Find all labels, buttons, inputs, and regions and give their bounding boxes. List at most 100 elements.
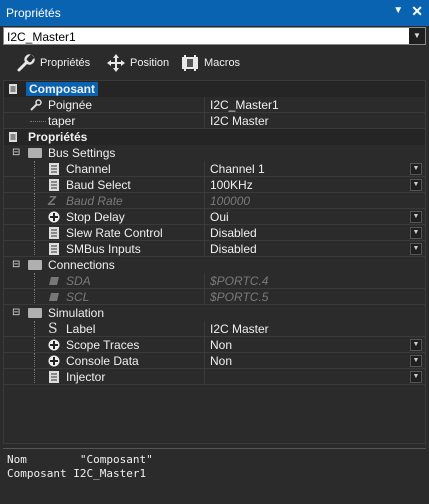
document-icon bbox=[9, 132, 17, 142]
tree-line bbox=[34, 337, 36, 353]
property-name: Slew Rate Control bbox=[66, 226, 163, 240]
tree-line bbox=[34, 353, 36, 369]
property-name: Baud Select bbox=[66, 178, 131, 192]
dropdown-arrow-icon[interactable]: ▼ bbox=[410, 371, 422, 383]
tree-line bbox=[34, 369, 36, 385]
property-row-scl: SCL $PORTC.5 bbox=[4, 289, 425, 305]
property-grid: Composant Poignée I2C_Master1 taper I2C … bbox=[3, 80, 426, 444]
collapse-icon[interactable]: ⊟ bbox=[12, 260, 22, 270]
close-icon[interactable]: ✕ bbox=[411, 4, 423, 18]
property-name: SMBus Inputs bbox=[66, 242, 141, 256]
row-separator bbox=[4, 384, 425, 385]
property-row-label[interactable]: S Label I2C Master bbox=[4, 321, 425, 337]
description-value: I2C_Master1 bbox=[73, 467, 147, 480]
column-divider bbox=[204, 225, 205, 241]
toolbar: Propriétés Position Macros bbox=[0, 48, 429, 78]
dropdown-arrow-icon[interactable]: ▼ bbox=[410, 163, 422, 175]
toolbar-position-button[interactable]: Position bbox=[106, 52, 169, 74]
list-icon bbox=[49, 163, 59, 175]
property-name: Console Data bbox=[66, 354, 139, 368]
property-row-sda: SDA $PORTC.4 bbox=[4, 273, 425, 289]
column-divider bbox=[204, 113, 205, 129]
property-name: Injector bbox=[66, 370, 106, 384]
tree-line bbox=[34, 225, 36, 241]
property-value[interactable]: 100KHz bbox=[210, 178, 253, 192]
tree-line bbox=[34, 289, 36, 305]
chevron-down-icon[interactable]: ▼ bbox=[409, 28, 425, 44]
title-bar: Propriétés ▼ ✕ bbox=[0, 0, 429, 26]
property-name: Scope Traces bbox=[66, 338, 140, 352]
property-name: Stop Delay bbox=[66, 210, 125, 224]
group-simulation[interactable]: ⊟ Simulation bbox=[4, 305, 425, 321]
plus-circle-icon bbox=[48, 339, 60, 351]
collapse-icon[interactable]: ⊟ bbox=[12, 148, 22, 158]
dropdown-arrow-icon[interactable]: ▼ bbox=[410, 211, 422, 223]
description-key: Composant bbox=[7, 467, 67, 480]
category-composant[interactable]: Composant bbox=[4, 81, 425, 97]
tree-line bbox=[30, 121, 46, 123]
column-divider bbox=[204, 97, 205, 113]
collapse-icon[interactable]: ⊟ bbox=[12, 308, 22, 318]
list-icon bbox=[49, 179, 59, 191]
column-divider bbox=[204, 273, 205, 289]
property-row-scope-traces[interactable]: Scope Traces Non ▼ bbox=[4, 337, 425, 353]
folder-icon bbox=[28, 260, 42, 270]
toolbar-properties-button[interactable]: Propriétés bbox=[16, 52, 90, 74]
property-name: taper bbox=[48, 114, 76, 128]
pin-icon[interactable]: ▼ bbox=[393, 6, 403, 16]
wrench-icon bbox=[17, 54, 35, 72]
document-icon bbox=[9, 84, 17, 94]
group-connections[interactable]: ⊟ Connections bbox=[4, 257, 425, 273]
description-line-1: Nom "Composant" bbox=[7, 453, 153, 466]
property-row-smbus[interactable]: SMBus Inputs Disabled ▼ bbox=[4, 241, 425, 257]
z-icon: Z bbox=[48, 193, 56, 208]
pin-shape-icon bbox=[49, 293, 59, 301]
property-value[interactable]: I2C Master bbox=[210, 322, 269, 336]
dropdown-arrow-icon[interactable]: ▼ bbox=[410, 355, 422, 367]
property-row-slew-rate[interactable]: Slew Rate Control Disabled ▼ bbox=[4, 225, 425, 241]
tree-line bbox=[34, 209, 36, 225]
macros-icon bbox=[182, 55, 198, 71]
property-row-stop-delay[interactable]: Stop Delay Oui ▼ bbox=[4, 209, 425, 225]
description-panel: Nom "Composant" Composant I2C_Master1 bbox=[3, 448, 426, 502]
toolbar-macros-label: Macros bbox=[204, 57, 241, 69]
group-bus-settings-label: Bus Settings bbox=[48, 146, 116, 160]
dropdown-arrow-icon[interactable]: ▼ bbox=[410, 227, 422, 239]
toolbar-properties-label: Propriétés bbox=[40, 57, 91, 69]
property-value[interactable]: I2C_Master1 bbox=[210, 98, 279, 112]
category-composant-label: Composant bbox=[26, 82, 98, 96]
property-row-channel[interactable]: Channel Channel 1 ▼ bbox=[4, 161, 425, 177]
column-divider bbox=[204, 193, 205, 209]
dropdown-arrow-icon[interactable]: ▼ bbox=[410, 339, 422, 351]
object-selector-value: I2C_Master1 bbox=[7, 30, 76, 44]
property-value[interactable]: Channel 1 bbox=[210, 162, 265, 176]
property-row-console-data[interactable]: Console Data Non ▼ bbox=[4, 353, 425, 369]
property-row-baud-select[interactable]: Baud Select 100KHz ▼ bbox=[4, 177, 425, 193]
string-icon: S bbox=[48, 321, 58, 337]
property-value[interactable]: Non bbox=[210, 354, 232, 368]
tree-line bbox=[34, 161, 36, 177]
property-value[interactable]: Disabled bbox=[210, 226, 257, 240]
property-name: SCL bbox=[66, 290, 90, 304]
group-bus-settings[interactable]: ⊟ Bus Settings bbox=[4, 145, 425, 161]
category-proprietes[interactable]: Propriétés bbox=[4, 129, 425, 145]
group-simulation-label: Simulation bbox=[48, 306, 105, 320]
property-value[interactable]: Oui bbox=[210, 210, 229, 224]
property-value[interactable]: Non bbox=[210, 338, 232, 352]
property-row-injector[interactable]: Injector ▼ bbox=[4, 369, 425, 385]
dropdown-arrow-icon[interactable]: ▼ bbox=[410, 243, 422, 255]
toolbar-macros-button[interactable]: Macros bbox=[180, 52, 240, 74]
object-selector[interactable]: I2C_Master1 ▼ bbox=[3, 27, 426, 45]
column-divider bbox=[204, 369, 205, 385]
toolbar-position-label: Position bbox=[130, 57, 170, 69]
property-name: SDA bbox=[66, 274, 91, 288]
dropdown-arrow-icon[interactable]: ▼ bbox=[410, 179, 422, 191]
column-divider bbox=[204, 209, 205, 225]
property-value: $PORTC.5 bbox=[210, 290, 269, 304]
property-row-handle[interactable]: Poignée I2C_Master1 bbox=[4, 97, 425, 113]
column-divider bbox=[204, 321, 205, 337]
property-value[interactable]: Disabled bbox=[210, 242, 257, 256]
list-icon bbox=[49, 243, 59, 255]
property-row-type[interactable]: taper I2C Master bbox=[4, 113, 425, 129]
property-value: $PORTC.4 bbox=[210, 274, 269, 288]
